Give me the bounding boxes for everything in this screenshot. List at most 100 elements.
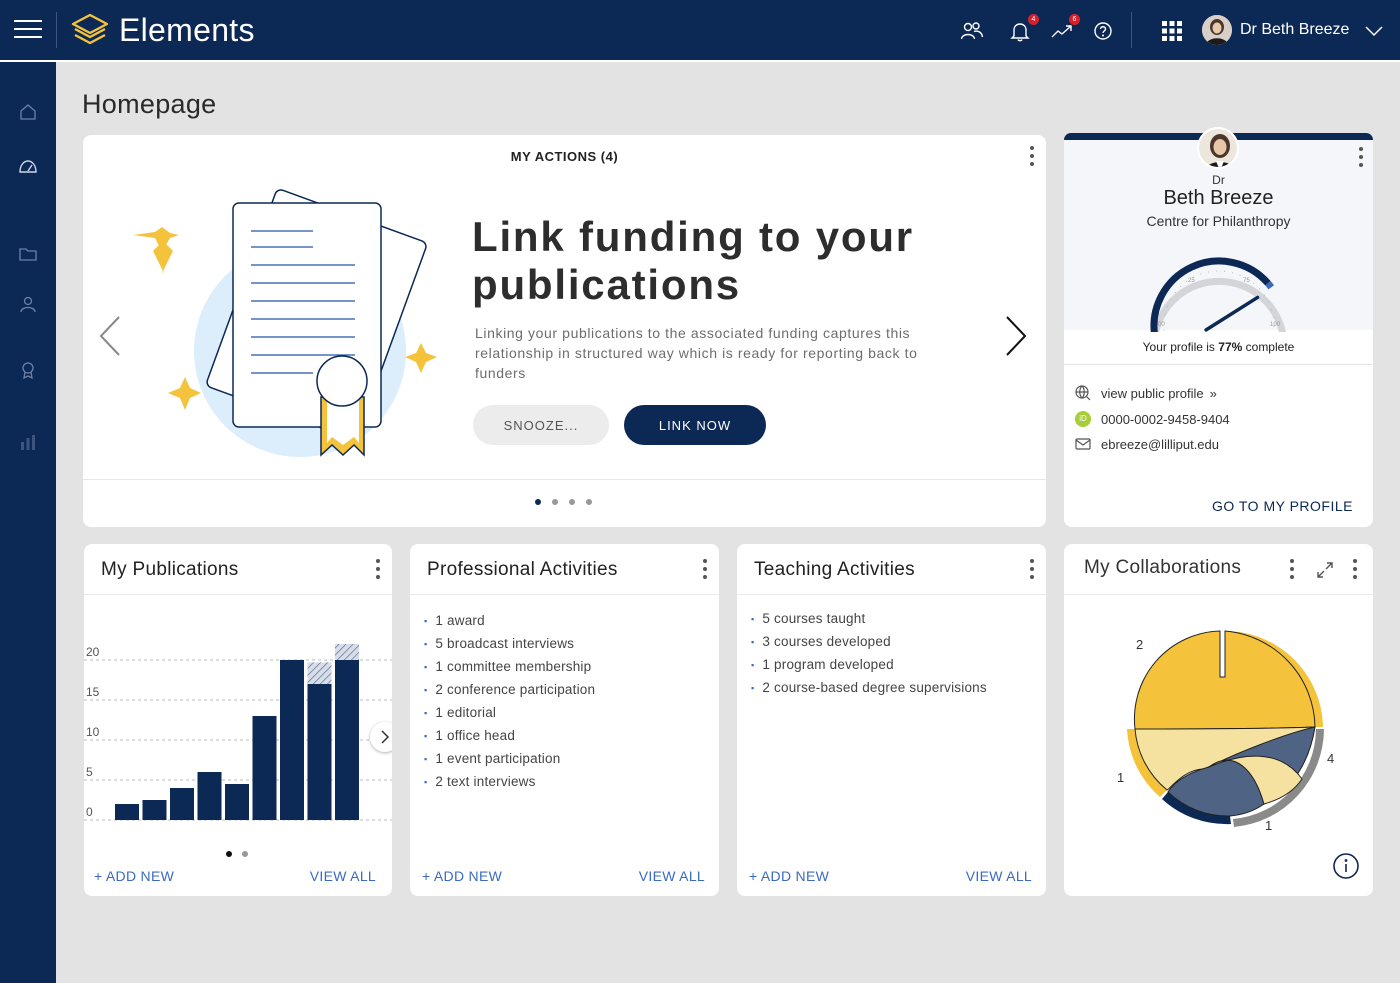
list-item[interactable]: 1 award bbox=[424, 609, 595, 632]
carousel-dot[interactable] bbox=[535, 499, 541, 505]
my-collaborations-card: My Collaborations 2 4 1 1 bbox=[1064, 544, 1373, 896]
gauge-tick-label: 25 bbox=[1188, 278, 1195, 284]
teaching-activities-card: Teaching Activities 5 courses taught 3 c… bbox=[737, 544, 1046, 896]
chord-label: 1 bbox=[1117, 770, 1124, 785]
bar-projected bbox=[335, 644, 359, 660]
divider bbox=[410, 594, 719, 595]
orcid-value[interactable]: 0000-0002-9458-9404 bbox=[1101, 412, 1230, 427]
chart-next-button[interactable] bbox=[370, 722, 392, 752]
list-item[interactable]: 5 broadcast interviews bbox=[424, 632, 595, 655]
chart-page-dot[interactable] bbox=[242, 851, 248, 857]
profile-photo[interactable] bbox=[1197, 127, 1239, 169]
bar bbox=[197, 772, 222, 820]
list-item[interactable]: 1 committee membership bbox=[424, 655, 595, 678]
bar bbox=[115, 804, 139, 820]
list-item[interactable]: 3 courses developed bbox=[751, 630, 987, 653]
chart-pagination-dots bbox=[226, 851, 248, 857]
user-avatar[interactable] bbox=[1202, 15, 1232, 45]
app-title[interactable]: Elements bbox=[119, 12, 255, 49]
list-item[interactable]: 2 text interviews bbox=[424, 770, 595, 793]
go-to-profile-link[interactable]: GO TO MY PROFILE bbox=[1212, 498, 1353, 514]
y-tick-label: 5 bbox=[86, 765, 93, 779]
view-public-profile-link[interactable]: view public profile » bbox=[1074, 384, 1217, 402]
menu-icon[interactable] bbox=[14, 20, 42, 40]
actions-heading: MY ACTIONS (4) bbox=[510, 149, 619, 164]
list-item[interactable]: 2 course-based degree supervisions bbox=[751, 676, 987, 699]
chart-page-dot[interactable] bbox=[226, 851, 232, 857]
add-new-link[interactable]: + ADD NEW bbox=[94, 868, 174, 884]
user-name[interactable]: Dr Beth Breeze bbox=[1240, 21, 1349, 39]
card-title: Teaching Activities bbox=[754, 559, 915, 580]
view-all-link[interactable]: VIEW ALL bbox=[966, 868, 1032, 884]
divider bbox=[1064, 594, 1373, 595]
apps-grid-icon[interactable] bbox=[1161, 20, 1185, 42]
list-item[interactable]: 1 office head bbox=[424, 724, 595, 747]
email-value[interactable]: ebreeze@lilliput.edu bbox=[1101, 437, 1219, 452]
y-tick-label: 15 bbox=[86, 685, 100, 699]
chevron-right-icon bbox=[381, 730, 390, 744]
award-icon[interactable] bbox=[18, 360, 38, 380]
divider bbox=[737, 594, 1046, 595]
bell-icon[interactable]: 4 bbox=[1009, 14, 1039, 42]
kebab-menu-icon[interactable] bbox=[1356, 147, 1366, 169]
people-icon[interactable] bbox=[960, 20, 984, 42]
my-actions-card: MY ACTIONS (4) Link funding to your publ… bbox=[83, 135, 1046, 527]
bar bbox=[170, 788, 194, 820]
person-icon[interactable] bbox=[18, 294, 38, 314]
chevron-right-icon[interactable] bbox=[1003, 315, 1029, 357]
kebab-menu-icon[interactable] bbox=[700, 559, 710, 581]
bar bbox=[307, 684, 332, 820]
bar bbox=[280, 660, 304, 820]
folder-icon[interactable] bbox=[18, 244, 38, 264]
view-all-link[interactable]: VIEW ALL bbox=[639, 868, 705, 884]
chord-ribbon bbox=[1133, 630, 1316, 730]
home-icon[interactable] bbox=[18, 102, 38, 122]
top-bar: Elements 4 6 Dr Beth Breeze bbox=[0, 0, 1400, 62]
carousel-dot[interactable] bbox=[552, 499, 558, 505]
list-item[interactable]: 5 courses taught bbox=[751, 607, 987, 630]
link-now-button[interactable]: LINK NOW bbox=[624, 405, 766, 445]
kebab-menu-icon[interactable] bbox=[1027, 559, 1037, 581]
add-new-link[interactable]: + ADD NEW bbox=[422, 868, 502, 884]
carousel-dot[interactable] bbox=[569, 499, 575, 505]
carousel-dot[interactable] bbox=[586, 499, 592, 505]
chevron-left-icon[interactable] bbox=[97, 315, 123, 357]
profile-card: Dr Beth Breeze Centre for Philanthropy 0… bbox=[1064, 127, 1373, 527]
expand-icon[interactable] bbox=[1316, 561, 1334, 579]
list-item[interactable]: 1 program developed bbox=[751, 653, 987, 676]
y-tick-label: 20 bbox=[86, 645, 100, 659]
hero-text: Linking your publications to the associa… bbox=[475, 325, 918, 381]
email-row: ebreeze@lilliput.edu bbox=[1074, 435, 1219, 453]
hero-title: Link funding to your publications bbox=[472, 213, 914, 308]
activity-trend-icon[interactable]: 6 bbox=[1050, 14, 1080, 42]
divider bbox=[84, 594, 392, 595]
dashboard-icon[interactable] bbox=[18, 157, 38, 177]
kebab-menu-icon[interactable] bbox=[1287, 559, 1297, 581]
bar bbox=[142, 800, 167, 820]
chord-label: 4 bbox=[1327, 751, 1334, 766]
list-item[interactable]: 1 event participation bbox=[424, 747, 595, 770]
mail-icon bbox=[1074, 435, 1092, 453]
card-title: My Collaborations bbox=[1084, 557, 1242, 578]
info-icon[interactable] bbox=[1332, 852, 1360, 880]
view-all-link[interactable]: VIEW ALL bbox=[310, 868, 376, 884]
divider bbox=[1064, 364, 1373, 365]
professional-activities-card: Professional Activities 1 award 5 broadc… bbox=[410, 544, 719, 896]
help-icon[interactable] bbox=[1092, 20, 1116, 42]
list-item[interactable]: 1 editorial bbox=[424, 701, 595, 724]
card-title: Professional Activities bbox=[427, 559, 618, 580]
kebab-menu-icon[interactable] bbox=[373, 559, 383, 581]
divider bbox=[1131, 12, 1132, 48]
snooze-button[interactable]: SNOOZE... bbox=[473, 405, 609, 445]
add-new-link[interactable]: + ADD NEW bbox=[749, 868, 829, 884]
chord-label: 2 bbox=[1136, 637, 1143, 652]
chevron-down-icon[interactable] bbox=[1365, 26, 1383, 37]
kebab-menu-icon[interactable] bbox=[1350, 559, 1360, 581]
kebab-menu-icon[interactable] bbox=[1027, 146, 1037, 168]
gauge-tick-label: 100 bbox=[1270, 322, 1281, 328]
card-title: My Publications bbox=[101, 559, 239, 580]
list-item[interactable]: 2 conference participation bbox=[424, 678, 595, 701]
bar-chart-icon[interactable] bbox=[18, 432, 38, 452]
notification-badge: 4 bbox=[1028, 14, 1039, 25]
bar bbox=[252, 716, 277, 820]
